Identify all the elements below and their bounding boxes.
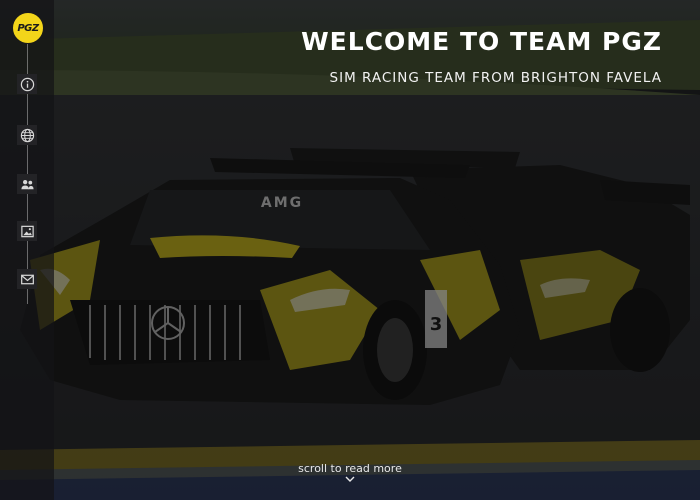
- mail-icon[interactable]: [17, 269, 37, 289]
- scroll-label: scroll to read more: [298, 462, 402, 475]
- gallery-icon[interactable]: [17, 221, 37, 241]
- sidebar: PGZ: [0, 0, 54, 500]
- car-brand-text: AMG: [261, 195, 303, 211]
- team-logo[interactable]: PGZ: [12, 12, 44, 44]
- globe-icon[interactable]: [17, 125, 37, 145]
- team-icon[interactable]: [17, 174, 37, 194]
- page-title: WELCOME TO TEAM PGZ: [301, 27, 662, 56]
- info-icon[interactable]: [17, 74, 37, 94]
- car-number: 3: [430, 314, 443, 335]
- page-subtitle: SIM RACING TEAM FROM BRIGHTON FAVELA: [329, 70, 662, 86]
- scroll-indicator[interactable]: scroll to read more: [250, 462, 450, 482]
- chevron-down-icon: [345, 476, 355, 482]
